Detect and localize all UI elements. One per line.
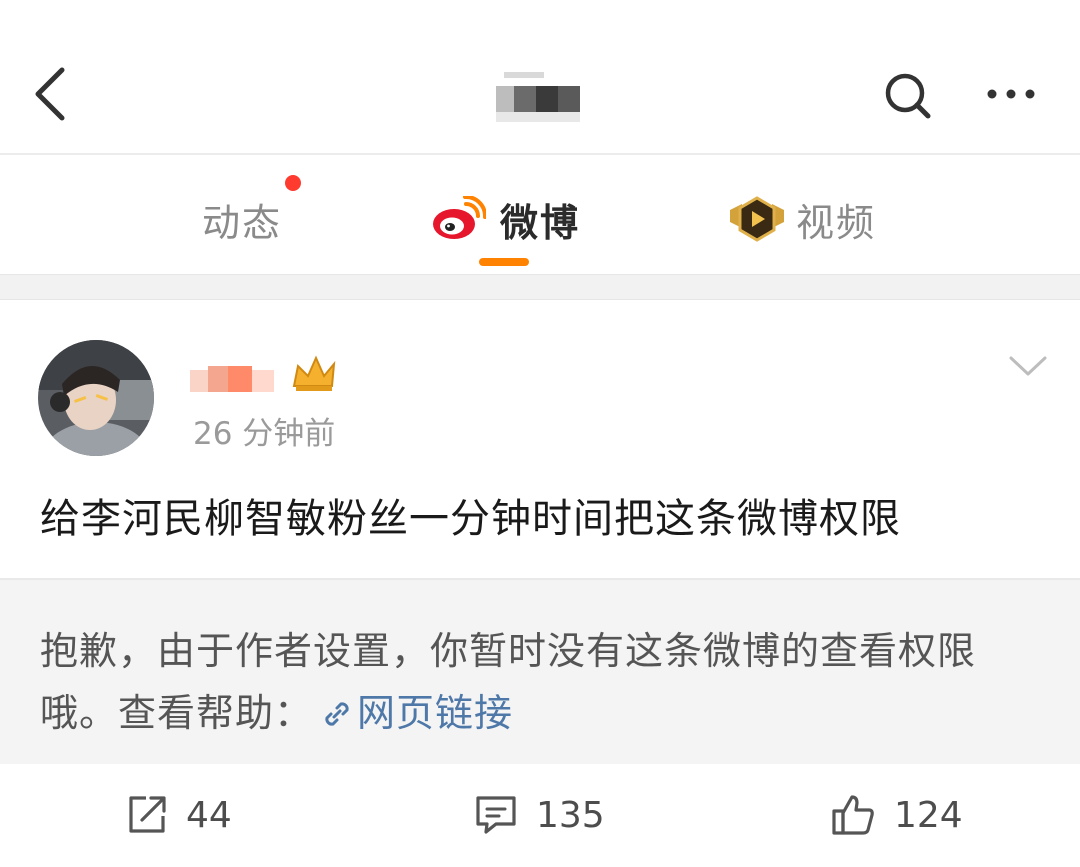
search-button[interactable]: [878, 66, 936, 124]
avatar[interactable]: [38, 340, 154, 456]
watermark-overlay: [960, 822, 1070, 856]
active-tab-indicator: [479, 258, 529, 266]
username-redacted[interactable]: [190, 358, 290, 398]
tab-dynamic-label: 动态: [202, 200, 283, 245]
notice-text: 抱歉，由于作者设置，你暂时没有这条微博的查看权限哦。查看帮助： 网页链接: [40, 620, 1040, 744]
comment-count: 135: [536, 794, 605, 836]
thumbs-up-icon: [832, 795, 874, 835]
repost-count: 44: [186, 794, 232, 836]
profile-name-redacted: [496, 72, 586, 122]
comment-button[interactable]: 135: [474, 790, 605, 840]
like-button[interactable]: 124: [830, 790, 963, 840]
tab-video-label: 视频: [796, 200, 877, 245]
post-menu-button[interactable]: [1006, 344, 1050, 388]
comment-icon: [476, 796, 516, 834]
more-button[interactable]: [980, 70, 1042, 118]
search-icon: [885, 73, 931, 119]
tab-dynamic[interactable]: 动态: [202, 189, 282, 249]
more-dots-icon: [987, 89, 1035, 99]
back-button[interactable]: [22, 62, 78, 126]
post-timestamp: 26 分钟前: [193, 416, 336, 452]
tab-weibo[interactable]: 微博: [430, 189, 580, 249]
web-link-label: 网页链接: [357, 691, 514, 735]
post-action-bar: 44 135 124: [0, 764, 1080, 867]
like-count: 124: [894, 794, 963, 836]
link-icon: [325, 702, 349, 726]
tab-weibo-label: 微博: [500, 200, 581, 245]
video-badge-icon: [730, 196, 784, 242]
profile-tabs: 动态 微博 视频: [0, 157, 1080, 274]
top-nav-bar: [0, 0, 1080, 155]
vip-crown-icon: [292, 355, 336, 391]
repost-icon: [129, 796, 166, 833]
tab-video[interactable]: 视频: [728, 189, 876, 249]
web-link[interactable]: 网页链接: [313, 691, 513, 735]
chevron-down-icon: [1009, 356, 1047, 376]
chevron-left-icon: [35, 67, 65, 121]
notification-dot: [285, 175, 301, 191]
section-divider: [0, 274, 1080, 300]
weibo-logo-icon: [433, 196, 486, 239]
restricted-notice: 抱歉，由于作者设置，你暂时没有这条微博的查看权限哦。查看帮助： 网页链接: [0, 578, 1080, 764]
post-content: 给李河民柳智敏粉丝一分钟时间把这条微博权限: [40, 496, 901, 542]
repost-button[interactable]: 44: [126, 790, 232, 840]
